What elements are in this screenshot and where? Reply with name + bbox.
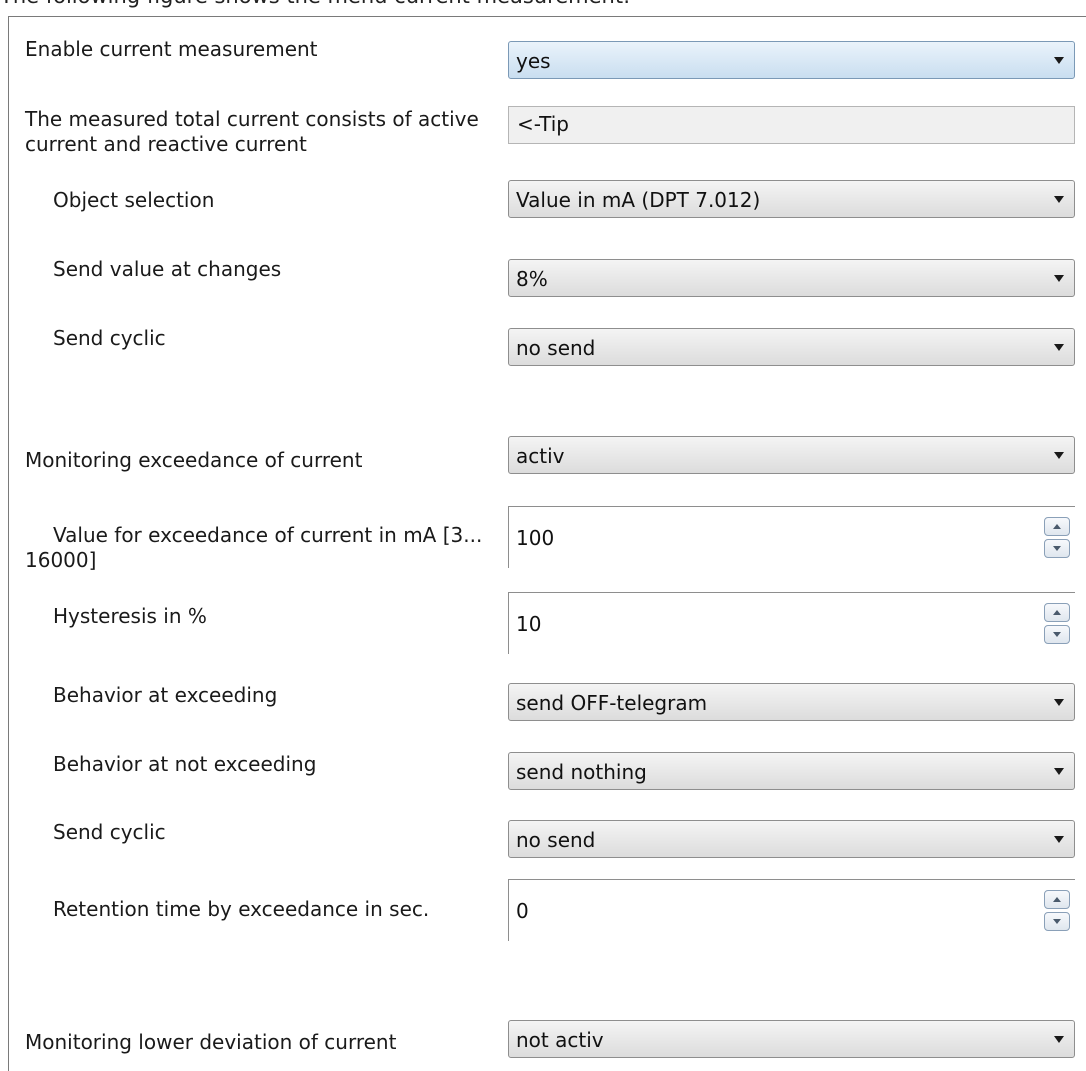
hysteresis-label: Hysteresis in % bbox=[53, 604, 207, 628]
send-value-at-changes-dropdown[interactable]: 8% bbox=[508, 259, 1075, 297]
chevron-down-icon bbox=[1054, 275, 1064, 282]
monitoring-exceedance-dropdown[interactable]: activ bbox=[508, 436, 1075, 474]
hysteresis-spinbox[interactable]: 10 bbox=[508, 592, 1075, 654]
object-selection-label: Object selection bbox=[53, 188, 215, 212]
dropdown-value: no send bbox=[516, 828, 596, 852]
chevron-down-icon bbox=[1054, 196, 1064, 203]
behavior-not-exceeding-dropdown[interactable]: send nothing bbox=[508, 752, 1075, 790]
exceedance-value-spinbox[interactable]: 100 bbox=[508, 506, 1075, 568]
figure-caption: The following figure shows the menu curr… bbox=[0, 0, 1086, 8]
spin-up-icon[interactable] bbox=[1044, 890, 1070, 909]
spinbox-value: 0 bbox=[516, 899, 529, 923]
chevron-down-icon bbox=[1054, 699, 1064, 706]
tip-field: <-Tip bbox=[508, 106, 1075, 144]
dropdown-value: not activ bbox=[516, 1028, 604, 1052]
dropdown-value: no send bbox=[516, 336, 596, 360]
chevron-down-icon bbox=[1054, 836, 1064, 843]
behavior-not-exceeding-label: Behavior at not exceeding bbox=[53, 752, 317, 776]
monitoring-lower-deviation-label: Monitoring lower deviation of current bbox=[25, 1030, 397, 1054]
chevron-down-icon bbox=[1054, 452, 1064, 459]
chevron-down-icon bbox=[1054, 344, 1064, 351]
monitoring-lower-deviation-dropdown[interactable]: not activ bbox=[508, 1020, 1075, 1058]
monitoring-exceedance-label: Monitoring exceedance of current bbox=[25, 448, 363, 472]
spin-down-icon[interactable] bbox=[1044, 625, 1070, 644]
object-selection-dropdown[interactable]: Value in mA (DPT 7.012) bbox=[508, 180, 1075, 218]
dropdown-value: send OFF-telegram bbox=[516, 691, 708, 715]
send-cyclic-dropdown[interactable]: no send bbox=[508, 820, 1075, 858]
spin-up-icon[interactable] bbox=[1044, 517, 1070, 536]
send-cyclic-label: Send cyclic bbox=[53, 326, 166, 350]
dropdown-value: yes bbox=[516, 49, 551, 73]
behavior-exceeding-label: Behavior at exceeding bbox=[53, 683, 278, 707]
exceedance-value-label: Value for exceedance of current in mA [3… bbox=[25, 523, 483, 572]
enable-current-measurement-dropdown[interactable]: yes bbox=[508, 41, 1075, 79]
send-cyclic-label: Send cyclic bbox=[53, 820, 166, 844]
parameter-panel: Enable current measurement yes The measu… bbox=[8, 16, 1086, 1071]
retention-time-label: Retention time by exceedance in sec. bbox=[53, 897, 430, 921]
dropdown-value: Value in mA (DPT 7.012) bbox=[516, 188, 761, 212]
chevron-down-icon bbox=[1054, 1036, 1064, 1043]
behavior-exceeding-dropdown[interactable]: send OFF-telegram bbox=[508, 683, 1075, 721]
send-cyclic-dropdown[interactable]: no send bbox=[508, 328, 1075, 366]
spin-down-icon[interactable] bbox=[1044, 539, 1070, 558]
spin-up-icon[interactable] bbox=[1044, 603, 1070, 622]
spinbox-value: 100 bbox=[516, 526, 555, 550]
chevron-down-icon bbox=[1054, 768, 1064, 775]
chevron-down-icon bbox=[1054, 57, 1064, 64]
tip-value: <-Tip bbox=[517, 112, 569, 136]
dropdown-value: 8% bbox=[516, 267, 548, 291]
total-current-info-label: The measured total current consists of a… bbox=[25, 107, 479, 156]
retention-time-spinbox[interactable]: 0 bbox=[508, 879, 1075, 941]
dropdown-value: send nothing bbox=[516, 760, 647, 784]
enable-current-measurement-label: Enable current measurement bbox=[25, 37, 318, 61]
dropdown-value: activ bbox=[516, 444, 565, 468]
send-value-at-changes-label: Send value at changes bbox=[53, 257, 282, 281]
spin-down-icon[interactable] bbox=[1044, 912, 1070, 931]
spinbox-value: 10 bbox=[516, 612, 542, 636]
